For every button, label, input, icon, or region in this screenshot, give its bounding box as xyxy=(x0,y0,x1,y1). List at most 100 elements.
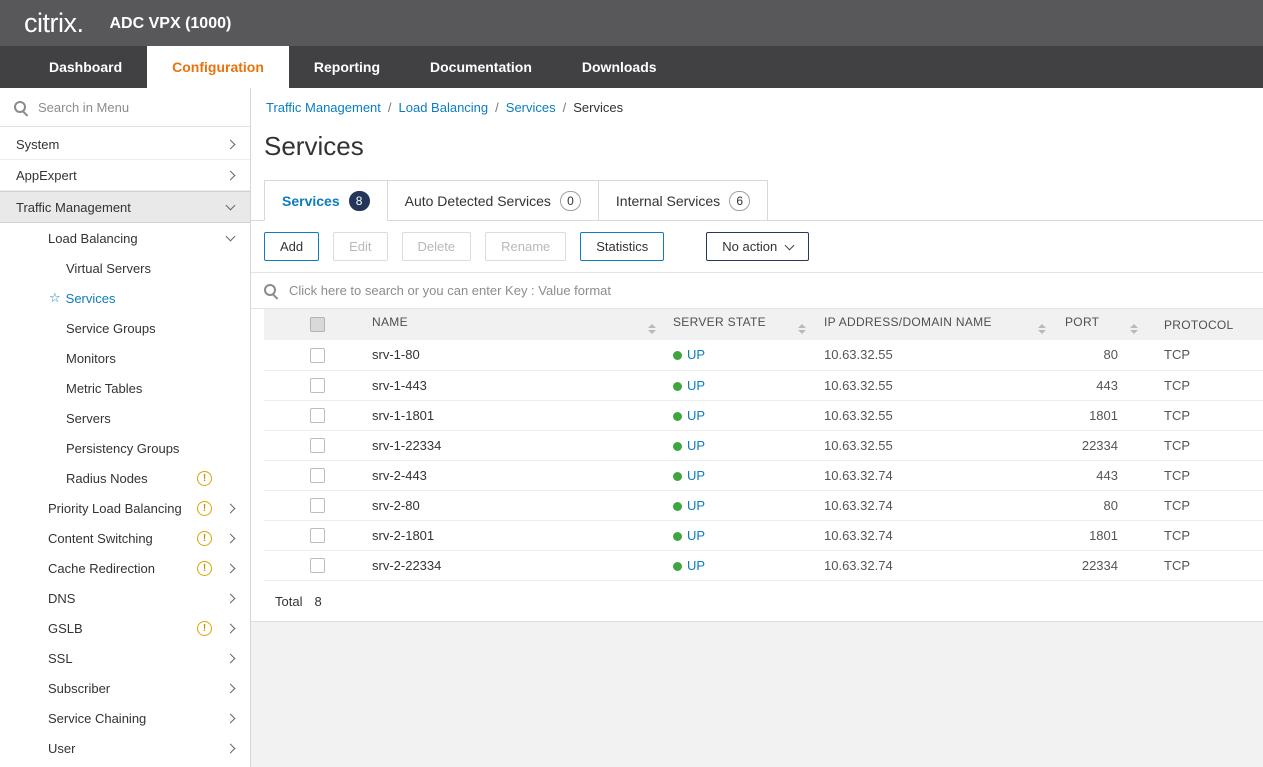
state-up-label: UP xyxy=(687,408,705,423)
row-select-cell xyxy=(264,430,354,460)
chevron-slot xyxy=(224,505,236,512)
sidebar-item-label: Service Chaining xyxy=(48,711,146,726)
sidebar-item-servers[interactable]: Servers xyxy=(0,403,250,433)
sort-icon[interactable] xyxy=(798,324,806,334)
sidebar-item-cache-redirection[interactable]: Cache Redirection! xyxy=(0,553,250,583)
column-header-server-state: SERVER STATE xyxy=(666,309,816,340)
column-header-label: PROTOCOL xyxy=(1164,318,1234,332)
sidebar-item-user[interactable]: User xyxy=(0,733,250,763)
table-row[interactable]: srv-2-80 UP 10.63.32.74 80 TCP xyxy=(264,490,1263,520)
cell-name: srv-2-1801 xyxy=(354,520,666,550)
row-checkbox[interactable] xyxy=(310,468,325,483)
sidebar-item-persistency-groups[interactable]: Persistency Groups xyxy=(0,433,250,463)
sidebar-item-virtual-servers[interactable]: Virtual Servers xyxy=(0,253,250,283)
tab-internal-services[interactable]: Internal Services 6 xyxy=(598,180,768,221)
edit-button[interactable]: Edit xyxy=(333,232,387,261)
sidebar-item-dns[interactable]: DNS xyxy=(0,583,250,613)
table-row[interactable]: srv-1-443 UP 10.63.32.55 443 TCP xyxy=(264,370,1263,400)
breadcrumb-link-load-balancing[interactable]: Load Balancing xyxy=(399,100,489,115)
row-checkbox[interactable] xyxy=(310,498,325,513)
sidebar-item-content-switching[interactable]: Content Switching! xyxy=(0,523,250,553)
table-row[interactable]: srv-1-80 UP 10.63.32.55 80 TCP xyxy=(264,340,1263,370)
row-checkbox[interactable] xyxy=(310,378,325,393)
table-row[interactable]: srv-2-1801 UP 10.63.32.74 1801 TCP xyxy=(264,520,1263,550)
cell-port: 80 xyxy=(1056,490,1148,520)
cell-server-state: UP xyxy=(666,370,816,400)
sidebar-item-label: SSL xyxy=(48,651,73,666)
tab-auto-detected-services[interactable]: Auto Detected Services 0 xyxy=(387,180,599,221)
add-button[interactable]: Add xyxy=(264,232,319,261)
row-checkbox[interactable] xyxy=(310,348,325,363)
sidebar-item-label: Traffic Management xyxy=(16,200,131,215)
row-checkbox[interactable] xyxy=(310,408,325,423)
column-header-ip-address-domain-name: IP ADDRESS/DOMAIN NAME xyxy=(816,309,1056,340)
sidebar-item-ssl[interactable]: SSL xyxy=(0,643,250,673)
chevron-right-icon xyxy=(225,713,235,723)
no-action-dropdown[interactable]: No action xyxy=(706,232,809,261)
state-up-dot-icon xyxy=(673,502,682,511)
sidebar-item-system[interactable]: System xyxy=(0,129,250,160)
nav-tab-documentation[interactable]: Documentation xyxy=(405,46,557,88)
nav-tab-reporting[interactable]: Reporting xyxy=(289,46,405,88)
sort-icon[interactable] xyxy=(1130,324,1138,334)
row-checkbox[interactable] xyxy=(310,438,325,453)
sidebar-item-appexpert[interactable]: AppExpert xyxy=(0,160,250,191)
table-row[interactable]: srv-2-443 UP 10.63.32.74 443 TCP xyxy=(264,460,1263,490)
sidebar-item-load-balancing[interactable]: Load Balancing xyxy=(0,223,250,253)
chevron-slot xyxy=(224,205,236,209)
count-badge: 6 xyxy=(729,191,750,211)
chevron-right-icon xyxy=(225,139,235,149)
sidebar-item-traffic-management[interactable]: Traffic Management xyxy=(0,191,250,223)
cell-protocol: TCP xyxy=(1148,550,1263,580)
sidebar-item-label: Metric Tables xyxy=(66,381,142,396)
menu-search-input[interactable] xyxy=(38,100,236,115)
cell-protocol: TCP xyxy=(1148,490,1263,520)
table-row[interactable]: srv-1-1801 UP 10.63.32.55 1801 TCP xyxy=(264,400,1263,430)
sidebar-item-services[interactable]: ☆Services xyxy=(0,283,250,313)
sort-icon[interactable] xyxy=(1038,324,1046,334)
nav-tab-downloads[interactable]: Downloads xyxy=(557,46,682,88)
column-header-label: NAME xyxy=(372,315,408,329)
sidebar-item-subscriber[interactable]: Subscriber xyxy=(0,673,250,703)
cell-ip-address: 10.63.32.55 xyxy=(816,430,1056,460)
chevron-slot xyxy=(224,535,236,542)
nav-tab-dashboard[interactable]: Dashboard xyxy=(24,46,147,88)
search-placeholder: Click here to search or you can enter Ke… xyxy=(289,283,611,298)
nav-tab-configuration[interactable]: Configuration xyxy=(147,46,289,88)
chevron-slot xyxy=(224,565,236,572)
sidebar-item-label: Priority Load Balancing xyxy=(48,501,182,516)
sidebar-item-radius-nodes[interactable]: Radius Nodes! xyxy=(0,463,250,493)
cell-ip-address: 10.63.32.74 xyxy=(816,460,1056,490)
sort-icon[interactable] xyxy=(648,324,656,334)
sidebar-item-monitors[interactable]: Monitors xyxy=(0,343,250,373)
select-all-checkbox[interactable] xyxy=(310,317,325,332)
table-row[interactable]: srv-1-22334 UP 10.63.32.55 22334 TCP xyxy=(264,430,1263,460)
delete-button[interactable]: Delete xyxy=(402,232,472,261)
row-checkbox[interactable] xyxy=(310,528,325,543)
sidebar-item-label: Service Groups xyxy=(66,321,156,336)
chevron-slot xyxy=(224,172,236,179)
sidebar-item-gslb[interactable]: GSLB! xyxy=(0,613,250,643)
sidebar-item-priority-load-balancing[interactable]: Priority Load Balancing! xyxy=(0,493,250,523)
table-search[interactable]: Click here to search or you can enter Ke… xyxy=(251,273,1263,309)
breadcrumb-link-traffic-management[interactable]: Traffic Management xyxy=(266,100,381,115)
main-content: Traffic Management/Load Balancing/Servic… xyxy=(251,88,1263,767)
row-select-cell xyxy=(264,550,354,580)
services-table: NAME SERVER STATEIP ADDRESS/DOMAIN NAME PO… xyxy=(264,309,1263,581)
breadcrumb-separator: / xyxy=(495,100,499,115)
sidebar-search[interactable] xyxy=(0,88,250,127)
sidebar-item-service-groups[interactable]: Service Groups xyxy=(0,313,250,343)
sidebar-item-label: Virtual Servers xyxy=(66,261,151,276)
breadcrumb-link-services[interactable]: Services xyxy=(506,100,556,115)
table-row[interactable]: srv-2-22334 UP 10.63.32.74 22334 TCP xyxy=(264,550,1263,580)
statistics-button[interactable]: Statistics xyxy=(580,232,664,261)
rename-button[interactable]: Rename xyxy=(485,232,566,261)
column-header-label: PORT xyxy=(1065,315,1099,329)
sidebar-item-service-chaining[interactable]: Service Chaining xyxy=(0,703,250,733)
sidebar-item-label: Radius Nodes xyxy=(66,471,148,486)
cell-server-state: UP xyxy=(666,340,816,370)
tab-services[interactable]: Services 8 xyxy=(264,180,388,221)
sidebar-item-metric-tables[interactable]: Metric Tables xyxy=(0,373,250,403)
cell-name: srv-2-22334 xyxy=(354,550,666,580)
row-checkbox[interactable] xyxy=(310,558,325,573)
